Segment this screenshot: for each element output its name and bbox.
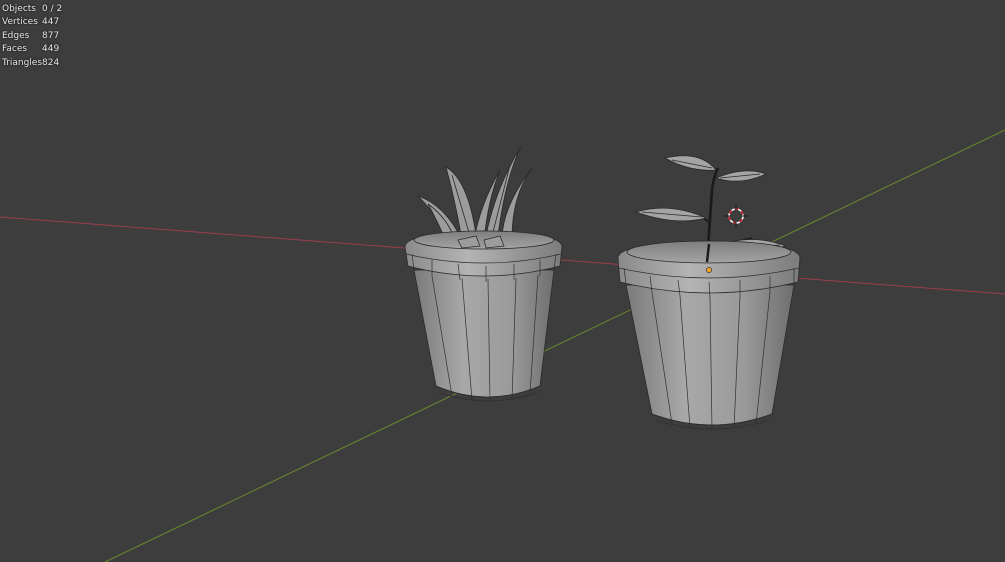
pot-with-aloe[interactable] bbox=[404, 145, 563, 402]
stat-label: Objects bbox=[2, 4, 37, 14]
stat-value: 0 / 2 bbox=[42, 4, 63, 14]
stat-value: 449 bbox=[42, 44, 60, 55]
stat-vertices: Vertices 447 bbox=[2, 16, 62, 29]
3d-viewport[interactable]: Objects 0 / 2 Vertices 447 Edges 877 Fac… bbox=[0, 0, 1005, 562]
stat-objects: Objects 0 / 2 bbox=[2, 3, 62, 16]
stat-faces: Faces 449 bbox=[2, 43, 62, 56]
stat-label: Faces bbox=[2, 44, 28, 55]
stat-value: 824 bbox=[42, 57, 60, 68]
stat-triangles: Triangles 824 bbox=[2, 57, 62, 70]
y-axis-line bbox=[104, 129, 1005, 562]
stat-value: 877 bbox=[42, 30, 60, 41]
scene-statistics-overlay: Objects 0 / 2 Vertices 447 Edges 877 Fac… bbox=[2, 3, 62, 70]
aloe-pot-body bbox=[413, 269, 555, 398]
stat-label: Triangles bbox=[2, 57, 43, 68]
3d-cursor-icon[interactable] bbox=[724, 204, 748, 228]
pot-with-sapling[interactable] bbox=[617, 155, 801, 431]
stat-label: Vertices bbox=[2, 17, 38, 28]
viewport-canvas[interactable] bbox=[0, 0, 1005, 562]
stat-label: Edges bbox=[2, 30, 30, 41]
stat-value: 447 bbox=[42, 17, 60, 28]
stat-edges: Edges 877 bbox=[2, 30, 62, 43]
object-origin-icon[interactable] bbox=[706, 267, 712, 273]
